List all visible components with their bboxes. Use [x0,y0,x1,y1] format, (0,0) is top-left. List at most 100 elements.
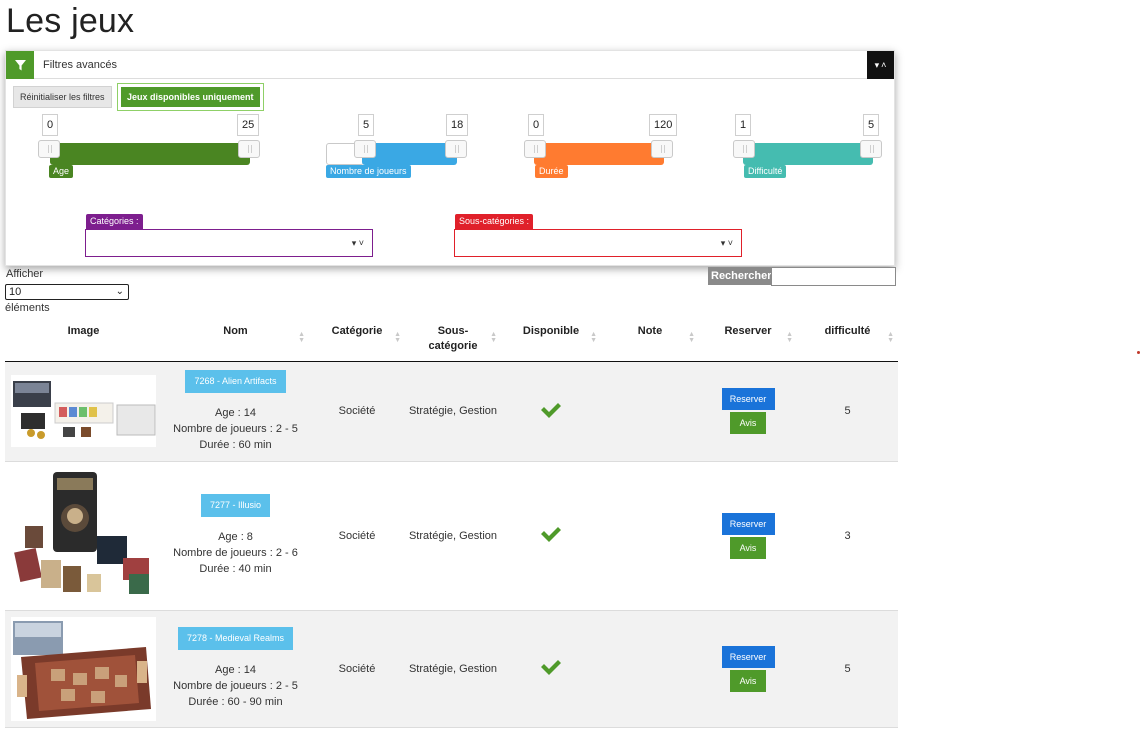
duration-max-handle[interactable] [651,140,673,158]
players-range-slider[interactable]: 5 18 Nombre de joueurs [326,114,471,184]
column-header-name[interactable]: Nom ▲ ▼ [162,316,309,362]
game-name-badge[interactable]: 7268 - Alien Artifacts [185,369,286,393]
players-max-handle[interactable] [445,140,467,158]
duration-range-label: Durée [535,165,568,178]
difficulty-range-label: Difficulté [744,165,787,178]
difficulty-max-value[interactable]: 5 [863,114,880,136]
categories-select[interactable]: ▾ ˅ [85,229,373,257]
search-input[interactable] [771,267,896,286]
avis-button[interactable]: Avis [730,669,766,692]
game-image-cell [5,361,162,462]
game-category: Société [309,461,405,611]
available-only-label: Jeux disponibles uniquement [121,87,260,107]
column-header-available[interactable]: Disponible ▲ ▼ [501,316,601,362]
game-image[interactable] [11,616,156,721]
available-check-icon [501,361,601,462]
game-players: Nombre de joueurs : 2 - 6 [173,547,298,559]
subcategories-label: Sous-catégories : [455,214,534,229]
chevron-down-icon: ▾ ˅ [351,238,364,248]
duration-min-value[interactable]: 0 [528,114,545,136]
age-range-slider[interactable]: 0 25 Age [38,114,264,184]
game-subcategory: Stratégie, Gestion [405,610,501,728]
game-note [601,610,699,728]
column-header-difficulty[interactable]: difficulté ▲ ▼ [797,316,898,362]
game-age: Age : 8 [218,531,253,543]
game-age: Age : 14 [215,664,256,676]
game-category: Société [309,610,405,728]
reset-filters-button[interactable]: Réinitialiser les filtres [13,86,112,108]
reserve-button[interactable]: Reserver [721,388,775,410]
available-only-button[interactable]: Jeux disponibles uniquement [117,83,264,111]
players-range-track [362,143,457,165]
page-length-suffix: éléments [5,302,50,314]
game-name-badge[interactable]: 7277 - Illusio [200,494,271,517]
game-name-cell: 7278 - Medieval Realms Age : 14 Nombre d… [162,610,309,728]
stray-dot [1137,351,1140,354]
reserve-cell: Reserver Avis [699,461,797,611]
avis-button[interactable]: Avis [730,412,766,434]
sort-icon: ▲ ▼ [786,331,793,344]
reserve-button[interactable]: Reserver [721,645,775,668]
players-min-handle[interactable] [354,140,376,158]
game-age: Age : 14 [215,406,256,419]
sort-icon: ▲ ▼ [490,331,497,344]
duration-min-handle[interactable] [524,140,546,158]
page-length-value: 10 [9,286,22,298]
table-header-row: Image Nom ▲ ▼ Catégorie ▲ ▼ Sous-catégorie ▲ ▼… [5,316,898,362]
game-image[interactable] [11,469,156,602]
game-subcategory: Stratégie, Gestion [405,461,501,611]
duration-max-value[interactable]: 120 [649,114,678,136]
age-min-handle[interactable] [38,140,60,158]
age-max-value[interactable]: 25 [237,114,260,136]
advanced-filters-panel: Filtres avancés ▾ ˄ Réinitialiser les fil… [5,50,895,266]
difficulty-min-value[interactable]: 1 [735,114,752,136]
column-header-reserve[interactable]: Reserver ▲ ▼ [699,316,797,362]
game-duration: Durée : 60 - 90 min [188,696,283,708]
table-row: 7268 - Alien Artifacts Age : 14 Nombre d… [5,361,898,462]
available-check-icon [501,461,601,611]
game-difficulty: 3 [797,461,898,611]
duration-range-track [534,143,664,165]
collapse-toggle-icon[interactable]: ▾ ˄ [867,51,894,79]
game-image[interactable] [11,375,156,447]
game-category: Société [309,361,405,462]
categories-label: Catégories : [86,214,143,229]
column-header-image[interactable]: Image [5,316,162,362]
game-name-cell: 7277 - Illusio Age : 8 Nombre de joueurs… [162,461,309,611]
reserve-button[interactable]: Reserver [721,512,775,535]
game-image-cell [5,461,162,611]
age-min-value[interactable]: 0 [42,114,59,136]
column-header-subcategory[interactable]: Sous-catégorie ▲ ▼ [405,316,501,362]
sort-icon: ▲ ▼ [590,331,597,344]
page-length-label: Afficher [6,268,44,280]
filter-icon [6,51,34,79]
age-max-handle[interactable] [238,140,260,158]
page-length-select[interactable]: 10 ⌄ [5,284,129,300]
difficulty-range-slider[interactable]: 1 5 Difficulté [733,114,883,184]
avis-button[interactable]: Avis [730,536,766,559]
difficulty-max-handle[interactable] [860,140,882,158]
table-row: 7277 - Illusio Age : 8 Nombre de joueurs… [5,461,898,611]
column-header-category[interactable]: Catégorie ▲ ▼ [309,316,405,362]
sort-icon: ▲ ▼ [887,331,894,344]
subcategories-select[interactable]: ▾ ˅ [454,229,742,257]
duration-range-slider[interactable]: 0 120 Durée [524,114,678,184]
reserve-cell: Reserver Avis [699,610,797,728]
age-range-label: Age [49,165,74,178]
chevron-down-icon: ▾ ˅ [720,238,733,248]
game-note [601,461,699,611]
page-title: Les jeux [6,2,135,40]
available-check-icon [501,610,601,728]
game-name-badge[interactable]: 7278 - Medieval Realms [177,627,294,650]
players-max-value[interactable]: 18 [446,114,469,136]
game-note [601,361,699,462]
players-min-value[interactable]: 5 [358,114,375,136]
game-duration: Durée : 40 min [199,563,272,575]
game-players: Nombre de joueurs : 2 - 5 [173,422,298,435]
filters-header[interactable]: Filtres avancés ▾ ˄ [6,51,894,79]
game-subcategory: Stratégie, Gestion [405,361,501,462]
column-header-note[interactable]: Note ▲ ▼ [601,316,699,362]
difficulty-range-track [743,143,873,165]
game-difficulty: 5 [797,610,898,728]
difficulty-min-handle[interactable] [733,140,755,158]
